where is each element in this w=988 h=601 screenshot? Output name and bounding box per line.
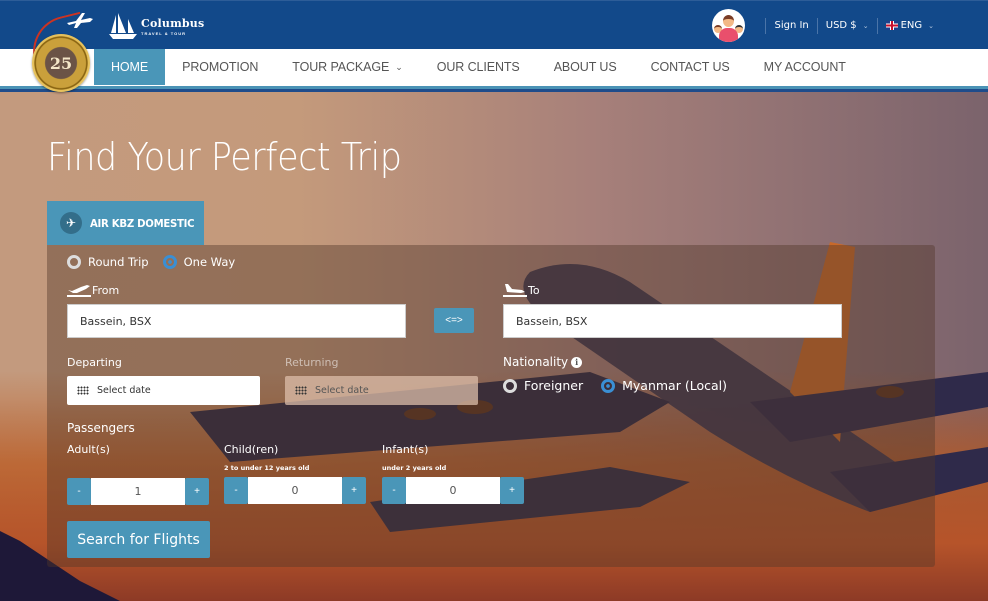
one-way-label[interactable]: One Way	[184, 255, 236, 269]
main-nav: HOME PROMOTION TOUR PACKAGE ⌄ OUR CLIENTS…	[0, 49, 988, 89]
nav-label: ABOUT US	[553, 60, 617, 74]
language-label: ENG	[900, 20, 923, 31]
to-input[interactable]: Bassein, BSX	[503, 304, 842, 338]
badge-years: 25	[49, 53, 73, 73]
nav-promotion[interactable]: PROMOTION	[165, 49, 275, 85]
experience-badge: 25	[32, 34, 90, 92]
chevron-down-icon: ⌄	[395, 61, 403, 72]
trip-type-group: Round Trip One Way	[67, 255, 249, 269]
sign-in-link[interactable]: Sign In	[774, 20, 808, 31]
divider	[876, 17, 878, 34]
adults-value[interactable]: 1	[91, 478, 185, 505]
nationality-label: Nationality	[503, 355, 569, 369]
departing-label: Departing	[67, 356, 122, 369]
infants-label: Infant(s)	[382, 443, 429, 456]
nav-our-clients[interactable]: OUR CLIENTS	[420, 49, 537, 85]
ship-logo-icon	[109, 13, 137, 39]
hero-title: Find Your Perfect Trip	[47, 135, 402, 179]
myanmar-local-radio[interactable]	[601, 378, 616, 393]
nav-label: PROMOTION	[182, 60, 259, 74]
round-trip-label[interactable]: Round Trip	[88, 255, 149, 269]
brand-logo[interactable]: Columbus TRAVEL & TOUR	[108, 11, 204, 41]
nav-label: TOUR PACKAGE	[292, 60, 390, 74]
departure-plane-icon	[67, 285, 91, 297]
foreigner-label[interactable]: Foreigner	[524, 378, 583, 393]
calendar-icon	[295, 386, 307, 395]
search-flights-button[interactable]: Search for Flights	[67, 521, 210, 558]
nav-contact-us[interactable]: CONTACT US	[634, 49, 747, 85]
passengers-label: Passengers	[67, 421, 135, 435]
airplane-icon: ✈	[60, 212, 82, 234]
departing-date-input[interactable]: Select date	[67, 376, 260, 405]
returning-label: Returning	[285, 356, 339, 369]
uk-flag-icon	[885, 21, 898, 30]
info-icon[interactable]: i	[571, 356, 583, 368]
children-plus-button[interactable]: +	[342, 477, 366, 504]
children-minus-button[interactable]: -	[224, 477, 248, 504]
to-label: To	[528, 284, 540, 297]
currency-label: USD $	[825, 20, 857, 31]
language-dropdown[interactable]: ENG ⌄	[885, 20, 934, 31]
from-label: From	[92, 284, 120, 297]
nav-label: HOME	[111, 60, 149, 74]
from-label-group: From	[67, 283, 119, 297]
round-trip-radio[interactable]	[67, 255, 81, 269]
nav-label: MY ACCOUNT	[763, 60, 846, 74]
children-label: Child(ren)	[224, 443, 279, 456]
children-value[interactable]: 0	[248, 477, 342, 504]
myanmar-local-label[interactable]: Myanmar (Local)	[622, 378, 727, 393]
nav-label: OUR CLIENTS	[436, 60, 520, 74]
chevron-down-icon: ⌄	[862, 21, 869, 30]
adults-stepper: - 1 +	[67, 478, 209, 505]
adults-plus-button[interactable]: +	[185, 478, 209, 505]
infants-stepper: - 0 +	[382, 477, 524, 504]
to-label-group: To	[503, 283, 540, 297]
calendar-icon	[77, 386, 89, 395]
adults-minus-button[interactable]: -	[67, 478, 91, 505]
infants-minus-button[interactable]: -	[382, 477, 406, 504]
top-bar: Columbus TRAVEL & TOUR Sign In USD $ ⌄ E…	[0, 0, 988, 49]
currency-dropdown[interactable]: USD $ ⌄	[826, 20, 869, 31]
one-way-radio[interactable]	[162, 255, 177, 269]
nav-label: CONTACT US	[650, 60, 730, 74]
returning-placeholder: Select date	[315, 385, 369, 396]
divider	[816, 17, 818, 34]
children-note: 2 to under 12 years old	[224, 464, 310, 472]
children-stepper: - 0 +	[224, 477, 366, 504]
nav-home[interactable]: HOME	[94, 49, 166, 85]
nationality-label-group: Nationality i	[503, 355, 583, 369]
returning-date-input: Select date	[285, 376, 478, 405]
infants-plus-button[interactable]: +	[500, 477, 524, 504]
avatar[interactable]	[712, 9, 746, 42]
brand-name: Columbus	[141, 16, 205, 30]
adults-label: Adult(s)	[67, 443, 110, 456]
divider	[765, 17, 767, 34]
tab-label: AIR KBZ DOMESTIC	[90, 216, 195, 230]
infants-note: under 2 years old	[382, 464, 447, 472]
flight-search-panel	[47, 245, 935, 567]
nav-my-account[interactable]: MY ACCOUNT	[747, 49, 863, 85]
nav-tour-package[interactable]: TOUR PACKAGE ⌄	[275, 49, 419, 85]
nationality-group: Foreigner Myanmar (Local)	[503, 378, 741, 393]
infants-value[interactable]: 0	[406, 477, 500, 504]
swap-locations-button[interactable]: <=>	[434, 308, 474, 333]
foreigner-radio[interactable]	[503, 378, 517, 393]
departing-placeholder: Select date	[97, 385, 151, 396]
tab-air-kbz-domestic[interactable]: ✈ AIR KBZ DOMESTIC	[47, 201, 204, 245]
from-input[interactable]: Bassein, BSX	[67, 304, 406, 338]
chevron-down-icon: ⌄	[928, 21, 934, 30]
nav-about-us[interactable]: ABOUT US	[537, 49, 634, 85]
arrival-plane-icon	[503, 284, 527, 297]
brand-tagline: TRAVEL & TOUR	[141, 30, 187, 36]
